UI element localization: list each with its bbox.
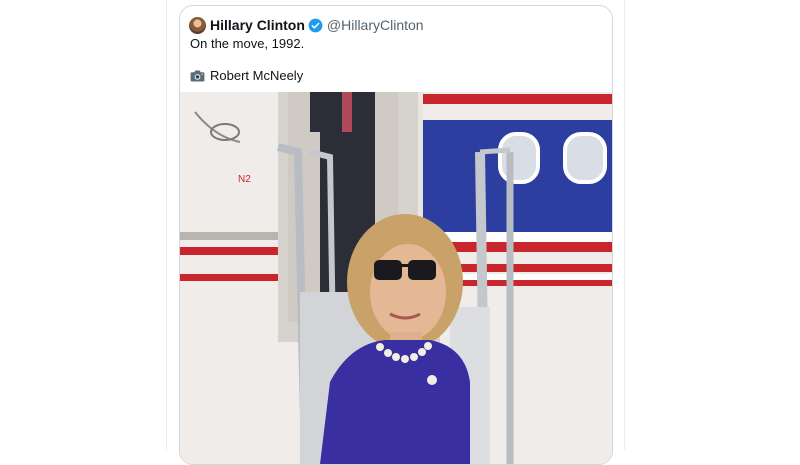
svg-text:N2: N2: [238, 174, 251, 185]
photo-credit-name: Robert McNeely: [210, 68, 304, 83]
verified-badge-icon: [308, 18, 323, 32]
author-handle[interactable]: @HillaryClinton: [327, 17, 424, 33]
avatar[interactable]: [189, 16, 206, 34]
quoted-tweet-card[interactable]: Hillary Clinton @HillaryClinton On the m…: [179, 5, 613, 465]
photo-credit: Robert McNeely: [190, 68, 303, 83]
camera-icon: [190, 69, 205, 82]
tweet-header: Hillary Clinton @HillaryClinton: [189, 15, 424, 35]
author-display-name[interactable]: Hillary Clinton: [210, 17, 305, 33]
tweet-photo[interactable]: N2: [180, 92, 613, 464]
tweet-text: On the move, 1992.: [190, 36, 305, 51]
